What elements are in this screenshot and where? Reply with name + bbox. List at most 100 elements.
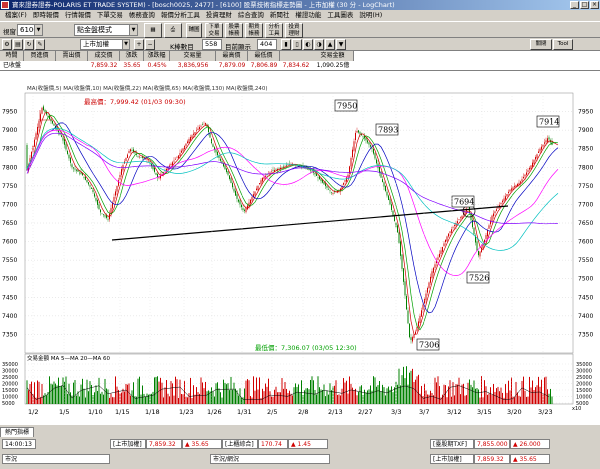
candle-body [34, 139, 35, 147]
chart-tool-6[interactable]: ▼ [336, 39, 346, 50]
candle-body [181, 150, 182, 153]
volume-bar [323, 384, 325, 404]
menu-quotes[interactable]: 行情報價 [62, 10, 94, 21]
menu-query[interactable]: 綜合查詢 [235, 10, 267, 21]
analysis-tool-button[interactable]: 分析 工具 [265, 23, 283, 38]
zoom-in-icon[interactable]: + [134, 39, 144, 50]
candle-body [128, 151, 130, 154]
menu-realtime[interactable]: 即時報價 [30, 10, 62, 21]
close-chart-button[interactable]: 關閉 [530, 39, 552, 50]
candle-body [502, 200, 503, 203]
menu-help[interactable]: 說明(H) [356, 10, 385, 21]
candle-body [179, 153, 181, 156]
price-tick-label: 7650 [2, 220, 17, 227]
candle-body [73, 167, 74, 169]
draw-icon[interactable]: ✎ [35, 39, 45, 50]
layout-icon[interactable]: ▤ [13, 39, 23, 50]
candle-body [191, 135, 193, 139]
chart-tool-5[interactable]: ▲ [325, 39, 335, 50]
candle-body [445, 239, 446, 243]
maximize-button[interactable]: □ [580, 1, 589, 9]
chart-tool-4[interactable]: ◑ [314, 39, 324, 50]
print-icon-button[interactable]: ⎙ [164, 23, 182, 38]
volume-bar [334, 385, 335, 404]
display-count-field[interactable]: 404 [257, 39, 277, 50]
candle-body [413, 334, 415, 338]
k-count-field[interactable]: 558 [202, 39, 222, 50]
volume-bar [70, 392, 71, 404]
title-bar: 寶來證券證券-POLARIS ET TRADE SYSTEM) - [bosch… [0, 0, 600, 10]
candle-body [220, 158, 221, 161]
price-chart-svg[interactable]: MA(收盤價,5) MA(收盤價,10) MA(收盤價,22) MA(收盤價,6… [0, 71, 600, 425]
menu-invest[interactable]: 投資理財 [203, 10, 235, 21]
volume-tick-label: 30000 [576, 369, 592, 375]
volume-bar [368, 389, 370, 404]
candle-body [194, 132, 196, 135]
volume-bar [41, 383, 43, 404]
quote-header: 交易金額 [312, 51, 354, 61]
tool-button[interactable]: Tool [553, 39, 573, 50]
volume-bar [400, 385, 401, 404]
candle-body [182, 148, 184, 151]
minimize-button[interactable]: _ [570, 1, 579, 9]
chevron-down-icon[interactable]: ▼ [122, 40, 129, 49]
menu-file[interactable]: 檔案(F) [2, 10, 30, 21]
chevron-down-icon[interactable]: ▼ [129, 25, 137, 35]
price-tick-label: 7950 [2, 109, 17, 116]
volume-bar [445, 385, 446, 404]
invest-button[interactable]: 投資 理財 [285, 23, 303, 38]
candle-body [433, 267, 434, 273]
volume-bar [157, 376, 158, 404]
volume-bar [178, 397, 179, 404]
candle-body [514, 186, 515, 188]
candle-body [470, 214, 472, 221]
zoom-out-icon[interactable]: − [145, 39, 155, 50]
menu-tools[interactable]: 工具圖表 [324, 10, 356, 21]
volume-bar [401, 375, 403, 404]
assist-button[interactable]: 輔圖 [186, 23, 202, 38]
chart-area[interactable]: MA(收盤價,5) MA(收盤價,10) MA(收盤價,22) MA(收盤價,6… [0, 71, 600, 425]
candle-body [307, 168, 308, 170]
grid-icon-button[interactable]: ▦ [144, 23, 162, 38]
candle-body [115, 191, 116, 196]
menu-news[interactable]: 新聞社 [267, 10, 293, 21]
candle-body [103, 214, 104, 216]
candle-body [205, 123, 206, 125]
chevron-down-icon[interactable]: ▼ [34, 25, 42, 35]
stock-account-button[interactable]: 股票 帳務 [225, 23, 243, 38]
candle-body [548, 137, 550, 140]
candle-body [373, 149, 374, 154]
quote-high: 7,879.09 [218, 62, 246, 69]
candle-body [244, 209, 245, 211]
window-code-combo[interactable]: 6100 ▼ [17, 24, 43, 36]
menu-warrant[interactable]: 權證功能 [292, 10, 324, 21]
volume-bar [101, 391, 103, 404]
refresh-icon[interactable]: ↻ [24, 39, 34, 50]
settings-icon[interactable]: ⚙ [2, 39, 12, 50]
order-button[interactable]: 下單 交易 [205, 23, 223, 38]
volume-tick-label: 35000 [576, 362, 592, 368]
volume-bar [83, 388, 85, 404]
menu-account[interactable]: 帳務查詢 [126, 10, 158, 21]
futures-account-button[interactable]: 期貨 帳務 [245, 23, 263, 38]
volume-bar [370, 385, 371, 404]
chart-tool-1[interactable]: ▮ [281, 39, 291, 50]
menu-order[interactable]: 下單交易 [94, 10, 126, 21]
candle-body [226, 168, 227, 172]
chart-tool-3[interactable]: ◐ [303, 39, 313, 50]
chart-tool-2[interactable]: ▯ [292, 39, 302, 50]
menu-analysis[interactable]: 報價分析工具 [158, 10, 203, 21]
volume-bar [220, 392, 221, 404]
volume-bar [136, 396, 137, 404]
symbol-combo[interactable]: 上市加權 ▼ [80, 39, 130, 50]
tab-hot-indicator[interactable]: 熱門指標 [0, 427, 35, 437]
volume-bar [215, 383, 217, 404]
volume-bar [455, 384, 457, 404]
style-combo[interactable]: 點金盤模式 ▼ [74, 24, 138, 36]
candle-body [61, 135, 62, 137]
volume-bar [376, 386, 377, 404]
volume-bar [394, 387, 395, 404]
volume-bar [514, 397, 515, 404]
close-button[interactable]: × [590, 1, 599, 9]
status-time: 14:00:13 [2, 438, 36, 449]
